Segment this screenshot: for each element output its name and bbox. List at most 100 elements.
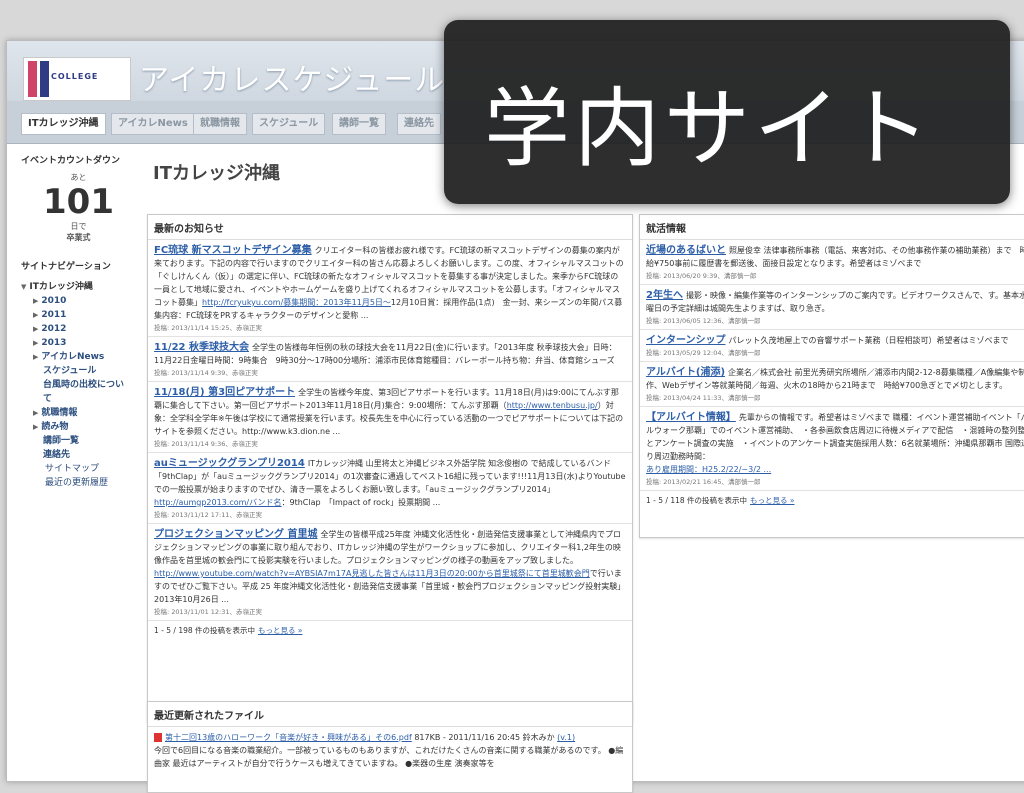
- sidebar-nav-label: スケジュール: [43, 366, 97, 376]
- sidebar-nav-label: 就職情報: [41, 408, 78, 418]
- sidebar-nav-label: 講師一覧: [43, 436, 80, 446]
- sidebar-nav-item[interactable]: ▶ 2012: [21, 322, 136, 336]
- sidebar-nav-item[interactable]: 連絡先: [21, 448, 136, 462]
- logo-text: COLLEGE: [51, 72, 99, 81]
- slide-caption: 学内サイト: [444, 20, 1010, 204]
- news-heading: 最新のお知らせ: [148, 215, 632, 240]
- job-item-title[interactable]: インターンシップ: [646, 335, 726, 346]
- triangle-right-icon[interactable]: ▶: [33, 311, 38, 319]
- site-nav-title: サイトナビゲーション: [21, 262, 111, 272]
- job-item: 【アルバイト情報】 先輩からの情報です。希望者はミゾベまで 職種：イベント運営補助…: [640, 407, 1024, 491]
- sidebar-nav-label: アイカレNews: [41, 352, 105, 362]
- job-item: 2年生へ 撮影・映像・編集作業等のインターンシップのご案内です。ビデオワークスさん…: [640, 285, 1024, 330]
- triangle-right-icon[interactable]: ▶: [33, 297, 38, 305]
- sidebar-nav-label: て: [43, 394, 53, 404]
- countdown-unit: 日で: [70, 222, 87, 231]
- news-more-link[interactable]: もっと見る »: [258, 626, 302, 635]
- tab-schedule[interactable]: スケジュール: [252, 113, 326, 135]
- jobs-footer: 1 - 5 / 118 件の投稿を表示中 もっと見る »: [640, 491, 1024, 510]
- sidebar-nav-item[interactable]: ▶ 2011: [21, 308, 136, 322]
- news-item-meta: 投稿: 2013/11/12 17:11、赤嶺正実: [154, 511, 263, 519]
- sidebar-nav-item[interactable]: スケジュール: [21, 364, 136, 378]
- news-item-link[interactable]: http://www.tenbusu.jp/: [507, 401, 598, 410]
- sidebar-nav-label: 2011: [41, 310, 67, 320]
- site-title[interactable]: アイカレスケジュール: [139, 55, 445, 99]
- page-title: ITカレッジ沖縄: [153, 163, 280, 184]
- tab-jobs[interactable]: 就職情報: [193, 113, 247, 135]
- triangle-right-icon[interactable]: ▶: [33, 409, 38, 417]
- sidebar-nav-item[interactable]: ▶ 就職情報: [21, 406, 136, 420]
- news-footer: 1 - 5 / 198 件の投稿を表示中 もっと見る »: [148, 621, 632, 640]
- tab-it-college[interactable]: ITカレッジ沖縄: [21, 113, 106, 135]
- tab-contact[interactable]: 連絡先: [397, 113, 441, 135]
- job-item-title[interactable]: 【アルバイト情報】: [646, 412, 736, 423]
- file-item: 第十二回13歳のハローワーク「音楽が好き・興味がある」その6.pdf 817KB…: [148, 727, 632, 773]
- file-link[interactable]: 第十二回13歳のハローワーク「音楽が好き・興味がある」その6.pdf: [165, 733, 412, 742]
- countdown-title: イベントカウントダウン: [21, 156, 121, 166]
- sidebar-nav-item[interactable]: ▶ 読み物: [21, 420, 136, 434]
- news-item-title[interactable]: プロジェクションマッピング 首里城: [154, 529, 317, 540]
- news-item: プロジェクションマッピング 首里城 全学生の皆様平成25年度 沖縄文化活性化・創造…: [148, 524, 632, 621]
- sidebar-nav-item[interactable]: 台風時の出校につい: [21, 378, 136, 392]
- sidebar-nav-item[interactable]: ▶ 2010: [21, 294, 136, 308]
- sidebar-nav-item[interactable]: ▶ アイカレNews: [21, 350, 136, 364]
- news-item-title[interactable]: FC琉球 新マスコットデザイン募集: [154, 245, 312, 256]
- triangle-down-icon[interactable]: ▼: [21, 283, 26, 291]
- triangle-right-icon[interactable]: ▶: [33, 339, 38, 347]
- jobs-panel: 就活情報 近場のあるばいと 照屋俊幸 法律事務所事務（電話、来客対応、その他事務作…: [639, 214, 1024, 538]
- triangle-right-icon[interactable]: ▶: [33, 353, 38, 361]
- triangle-right-icon[interactable]: ▶: [33, 423, 38, 431]
- jobs-list: 近場のあるばいと 照屋俊幸 法律事務所事務（電話、来客対応、その他事務作業の補助業…: [640, 240, 1024, 491]
- sidebar-nav-item[interactable]: サイトマップ: [21, 462, 136, 476]
- slide-caption-text: 学内サイト: [484, 79, 934, 179]
- sidebar-nav-label: ITカレッジ沖縄: [29, 282, 93, 292]
- job-item-meta: 投稿: 2013/04/24 11:33、溝部慎一郎: [646, 394, 761, 402]
- sidebar: イベントカウントダウン あと 101 日で 卒業式 サイトナビゲーション ▼ IT…: [21, 153, 136, 490]
- news-list: FC琉球 新マスコットデザイン募集 クリエイター科の皆様お疲れ様です。FC琉球の新…: [148, 240, 632, 621]
- tab-news[interactable]: アイカレNews: [111, 113, 195, 135]
- college-logo[interactable]: COLLEGE: [23, 57, 131, 101]
- site-nav-list: ▼ ITカレッジ沖縄 ▶ 2010 ▶ 2011 ▶ 2012 ▶ 2013 ▶ アイカレNews スケ…: [21, 280, 136, 490]
- job-item: インターンシップ パレット久茂地屋上での音響サポート業務（日程相談可）希望者はミゾ…: [640, 330, 1024, 362]
- sidebar-nav-label: 読み物: [41, 422, 69, 432]
- job-item-tail[interactable]: あり雇用期間：H25.2/22/~3/2 ...: [646, 465, 771, 474]
- news-item: 11/22 秋季球技大会 全学生の皆様毎年恒例の秋の球技大会を11月22日(金)に…: [148, 337, 632, 382]
- file-description: 今回で6回目になる音楽の職業紹介。一部被っているものもありますが、これだけたくさ…: [154, 746, 624, 768]
- jobs-more-link[interactable]: もっと見る »: [750, 496, 794, 505]
- file-info: 817KB - 2011/11/16 20:45 鈴木みか: [414, 733, 555, 742]
- job-item-body: 撮影・映像・編集作業等のインターンシップのご案内です。ビデオワークスさんで、す。…: [646, 291, 1024, 313]
- sidebar-nav-item[interactable]: ▼ ITカレッジ沖縄: [21, 280, 136, 294]
- job-item-title[interactable]: アルバイト(浦添): [646, 367, 725, 378]
- sidebar-nav-item[interactable]: て: [21, 392, 136, 406]
- job-item-meta: 投稿: 2013/02/21 16:45、溝部慎一郎: [646, 478, 761, 486]
- sidebar-nav-label: 2013: [41, 338, 67, 348]
- job-item-title[interactable]: 近場のあるばいと: [646, 245, 726, 256]
- news-item-meta: 投稿: 2013/11/14 15:25、赤嶺正実: [154, 324, 263, 332]
- news-panel: 最新のお知らせ FC琉球 新マスコットデザイン募集 クリエイター科の皆様お疲れ様で…: [147, 214, 633, 722]
- news-item: FC琉球 新マスコットデザイン募集 クリエイター科の皆様お疲れ様です。FC琉球の新…: [148, 240, 632, 337]
- news-item-title[interactable]: 11/18(月) 第3回ピアサポート: [154, 387, 295, 398]
- job-item-body: パレット久茂地屋上での音響サポート業務（日程相談可）希望者はミゾベまで: [728, 336, 1009, 345]
- job-item-title[interactable]: 2年生へ: [646, 290, 683, 301]
- file-version-link[interactable]: (v.1): [557, 733, 575, 742]
- news-count: 1 - 5 / 198 件の投稿を表示中: [154, 626, 256, 635]
- sidebar-nav-item[interactable]: 最近の更新履歴: [21, 476, 136, 490]
- job-item-meta: 投稿: 2013/05/29 12:04、溝部慎一郎: [646, 349, 761, 357]
- logo-bar-navy: [40, 61, 49, 97]
- triangle-right-icon[interactable]: ▶: [33, 325, 38, 333]
- jobs-count: 1 - 5 / 118 件の投稿を表示中: [646, 496, 748, 505]
- sidebar-nav-label: 2012: [41, 324, 67, 334]
- logo-bar-pink: [28, 61, 37, 97]
- job-item-meta: 投稿: 2013/06/05 12:36、溝部慎一郎: [646, 317, 761, 325]
- news-item-link[interactable]: http://fcryukyu.com/募集期間：2013年11月5日〜: [202, 298, 391, 307]
- job-item-meta: 投稿: 2013/06/20 9:39、溝部慎一郎: [646, 272, 757, 280]
- news-item-link[interactable]: http://www.youtube.com/watch?v=AYBSIA7m1…: [154, 569, 590, 578]
- news-item-meta: 投稿: 2013/11/14 9:36、赤嶺正実: [154, 440, 258, 448]
- news-item-link[interactable]: http://aumgp2013.com/バンド名: [154, 498, 282, 507]
- sidebar-nav-item[interactable]: ▶ 2013: [21, 336, 136, 350]
- sidebar-nav-item[interactable]: 講師一覧: [21, 434, 136, 448]
- sidebar-nav-label: 連絡先: [43, 450, 71, 460]
- news-item-title[interactable]: auミュージックグランプリ2014: [154, 458, 305, 469]
- news-item-title[interactable]: 11/22 秋季球技大会: [154, 342, 249, 353]
- tab-instructors[interactable]: 講師一覧: [332, 113, 386, 135]
